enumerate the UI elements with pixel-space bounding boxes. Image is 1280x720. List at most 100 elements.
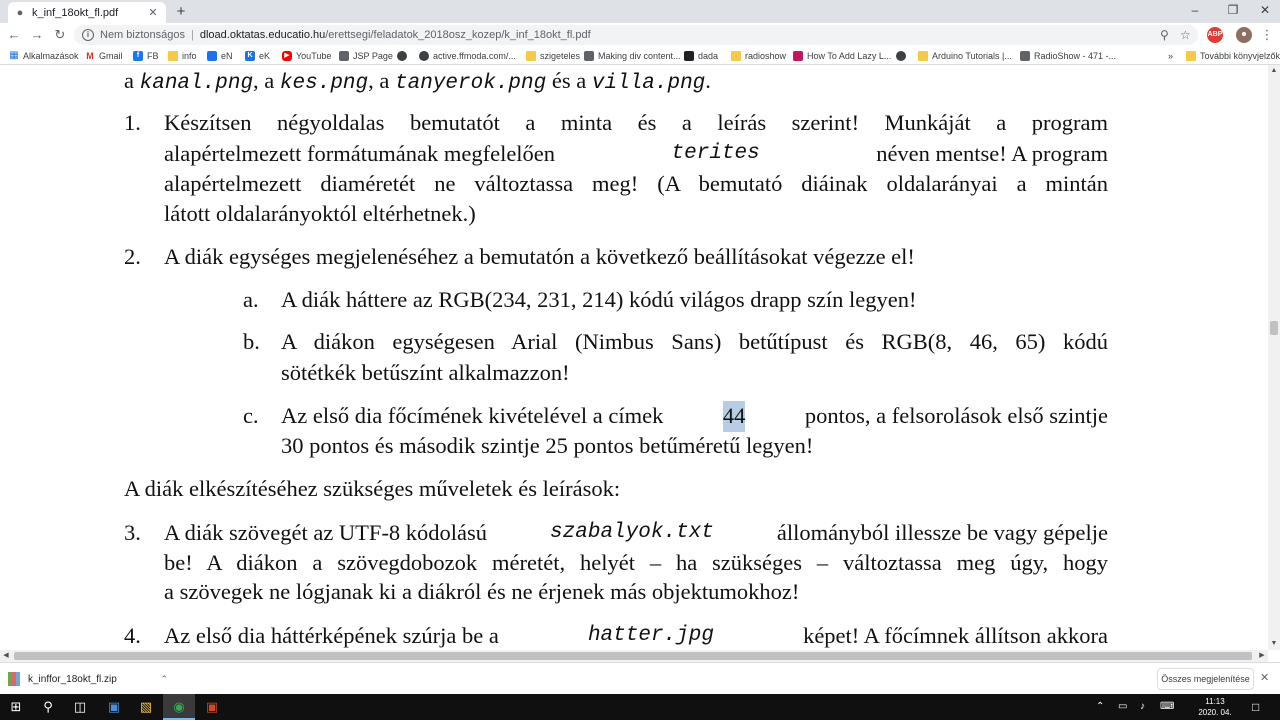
chevron-up-icon[interactable]: ⌃ bbox=[160, 674, 168, 685]
bookmark-making-div[interactable]: Making div content... bbox=[584, 49, 681, 63]
volume-icon[interactable]: ♪ bbox=[1140, 694, 1145, 720]
keyboard-icon[interactable]: ⌨ bbox=[1160, 694, 1174, 720]
item4-line1: Az első dia háttérképének szúrja be a hat… bbox=[164, 621, 1108, 650]
item2-line1: A diák egységes megjelenéséhez a bemutat… bbox=[164, 244, 915, 269]
download-filename: k_inffor_18okt_fl.zip bbox=[28, 673, 117, 685]
item2b-line1: A diákon egységesen Arial (Nimbus Sans) … bbox=[281, 329, 1108, 354]
scroll-up-icon[interactable]: ▲ bbox=[1268, 65, 1280, 77]
bookmark-arduino[interactable]: Arduino Tutorials |... bbox=[918, 49, 1012, 63]
scroll-right-icon[interactable]: ▶ bbox=[1256, 650, 1268, 662]
youtube-icon: ▶ bbox=[282, 51, 292, 61]
bookmark-dada[interactable]: dada bbox=[684, 49, 718, 63]
back-button[interactable]: ← bbox=[4, 25, 24, 45]
close-icon[interactable]: ✕ bbox=[1260, 671, 1269, 684]
bookmark-web-1[interactable] bbox=[397, 49, 411, 63]
bookmark-gmail[interactable]: M Gmail bbox=[85, 49, 123, 63]
item3-line3: a szövegek ne lógjanak ki a diákról és n… bbox=[164, 579, 800, 604]
powerpoint-icon[interactable]: ▣ bbox=[196, 694, 228, 720]
bookmarks-overflow[interactable]: » bbox=[1168, 49, 1173, 63]
window-close-button[interactable]: ✕ bbox=[1248, 0, 1280, 22]
flower-icon bbox=[793, 51, 803, 61]
bookmark-en[interactable]: eN bbox=[207, 49, 233, 63]
bookmark-other[interactable]: További könyvjelzők bbox=[1186, 49, 1280, 63]
item2b-line2: sötétkék betűszínt alkalmazzon! bbox=[281, 360, 570, 385]
chrome-icon[interactable]: ◉ bbox=[163, 694, 195, 720]
filename: tanyerok.png bbox=[395, 72, 547, 95]
bookmarks-bar: ▦ Alkalmazások M Gmail f FB info eN KeK ▶ Yo… bbox=[0, 47, 1280, 65]
bookmark-radioshow[interactable]: radioshow bbox=[731, 49, 786, 63]
tab-pdf[interactable]: ● k_inf_18okt_fl.pdf ✕ bbox=[8, 2, 166, 23]
bookmark-ffmoda[interactable]: active.ffmoda.com/... bbox=[419, 49, 516, 63]
bookmark-youtube[interactable]: ▶ YouTube bbox=[282, 49, 331, 63]
bookmark-ek[interactable]: KeK bbox=[245, 49, 270, 63]
system-clock[interactable]: 11:13 2020. 04. 27. bbox=[1193, 696, 1237, 720]
show-all-button[interactable]: Összes megjelenítése bbox=[1157, 668, 1254, 690]
task-view-icon[interactable]: ◫ bbox=[64, 694, 96, 720]
info-icon[interactable]: i bbox=[82, 29, 94, 41]
item-number: 2. bbox=[124, 244, 141, 269]
forward-button[interactable]: → bbox=[27, 25, 47, 45]
chevron-right-icon: » bbox=[1168, 51, 1174, 61]
scroll-thumb[interactable] bbox=[1270, 321, 1278, 335]
folder-icon bbox=[731, 51, 741, 61]
address-bar[interactable]: i Nem biztonságos | dload.oktatas.educat… bbox=[74, 25, 1198, 45]
item-number: 3. bbox=[124, 520, 141, 545]
selected-text: 44 bbox=[722, 401, 746, 432]
tray-chevron-icon[interactable]: ⌃ bbox=[1096, 694, 1104, 720]
globe-icon bbox=[397, 51, 407, 61]
security-label: Nem biztonságos bbox=[100, 29, 185, 41]
restore-button[interactable]: ❐ bbox=[1216, 0, 1250, 22]
adblock-icon[interactable]: ABP bbox=[1207, 27, 1223, 43]
new-tab-button[interactable]: + bbox=[172, 3, 190, 21]
item2c-line1: Az első dia főcímének kivételével a címe… bbox=[281, 401, 1108, 432]
item2c-line2: 30 pontos és második szintje 25 pontos b… bbox=[281, 433, 814, 458]
network-icon[interactable]: ▭ bbox=[1118, 694, 1127, 720]
windows-start-icon[interactable]: ⊞ bbox=[0, 694, 32, 720]
bookmark-jsp[interactable]: JSP Page bbox=[339, 49, 393, 63]
star-icon[interactable]: ☆ bbox=[1180, 25, 1191, 45]
sub-label: a. bbox=[243, 287, 259, 312]
folder-icon bbox=[168, 51, 178, 61]
bookmark-info[interactable]: info bbox=[168, 49, 197, 63]
horizontal-scrollbar[interactable]: ◀ ▶ bbox=[0, 650, 1268, 662]
archive-icon bbox=[8, 672, 20, 686]
save-disk-icon[interactable]: ▣ bbox=[98, 694, 130, 720]
pdf-page: a kanal.png, a kes.png, a tanyerok.png é… bbox=[0, 65, 1268, 650]
download-shelf: k_inffor_18okt_fl.zip ⌃ Összes megjelení… bbox=[0, 662, 1280, 694]
apps-grid-icon: ▦ bbox=[9, 50, 19, 61]
menu-icon[interactable]: ⋮ bbox=[1257, 25, 1277, 45]
bookmark-web-2[interactable] bbox=[896, 49, 910, 63]
globe-icon bbox=[896, 51, 906, 61]
section-heading: A diák elkészítéséhez szükséges művelete… bbox=[124, 476, 621, 501]
scroll-left-icon[interactable]: ◀ bbox=[0, 650, 12, 662]
item1-line4: látott oldalarányoktól eltérhetnek.) bbox=[164, 201, 476, 226]
folder-icon bbox=[526, 51, 536, 61]
tab-close-icon[interactable]: ✕ bbox=[146, 6, 160, 19]
notification-icon[interactable]: □ bbox=[1252, 694, 1259, 720]
scroll-thumb[interactable] bbox=[14, 652, 1252, 660]
item1-line3: alapértelmezett diaméretét ne változtass… bbox=[164, 171, 1108, 196]
bookmark-szigeteles[interactable]: szigeteles bbox=[526, 49, 580, 63]
minimize-button[interactable]: – bbox=[1178, 0, 1212, 22]
download-item[interactable]: k_inffor_18okt_fl.zip ⌃ bbox=[8, 667, 168, 691]
facebook-icon: f bbox=[133, 51, 143, 61]
bookmark-fb[interactable]: f FB bbox=[133, 49, 159, 63]
bookmark-lazy[interactable]: How To Add Lazy L... bbox=[793, 49, 891, 63]
filename: villa.png bbox=[591, 72, 706, 95]
bookmark-apps[interactable]: ▦ Alkalmazások bbox=[9, 49, 78, 63]
gmail-icon: M bbox=[85, 51, 95, 61]
bookmark-radioshow-471[interactable]: RadioShow - 471 -... bbox=[1020, 49, 1116, 63]
url-path: /erettsegi/feladatok_2018osz_kozep/k_inf… bbox=[325, 29, 591, 41]
file-explorer-icon[interactable]: ▧ bbox=[130, 694, 162, 720]
avatar[interactable]: ☻ bbox=[1236, 27, 1252, 43]
page-icon bbox=[339, 51, 349, 61]
search-icon[interactable]: ⚲ bbox=[32, 694, 64, 720]
scroll-down-icon[interactable]: ▼ bbox=[1268, 638, 1280, 650]
zoom-icon[interactable]: ⚲ bbox=[1160, 25, 1169, 45]
filename: terites bbox=[671, 142, 760, 165]
folder-icon bbox=[1186, 51, 1196, 61]
vertical-scrollbar[interactable]: ▲ ▼ bbox=[1268, 65, 1280, 650]
filename: szabalyok.txt bbox=[550, 521, 714, 544]
sub-label: c. bbox=[243, 403, 259, 428]
reload-button[interactable]: ↻ bbox=[50, 25, 70, 45]
